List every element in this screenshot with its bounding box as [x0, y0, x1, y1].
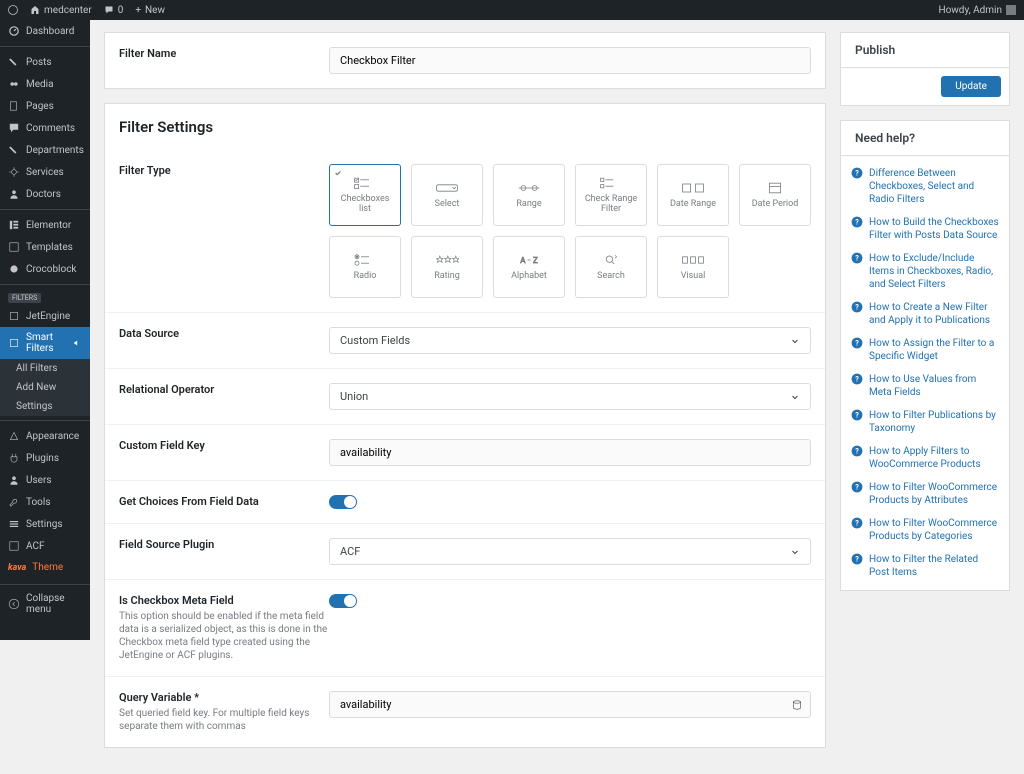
menu-media[interactable]: Media [0, 73, 90, 95]
getchoices-toggle[interactable] [329, 495, 357, 509]
help-link[interactable]: ?How to Filter the Related Post Items [841, 548, 1009, 584]
main-content: Filter Name Filter Settings Filter Type … [90, 20, 1024, 774]
menu-dashboard[interactable]: Dashboard [0, 20, 90, 42]
svg-text:?: ? [855, 554, 859, 563]
svg-text:?: ? [855, 168, 859, 177]
relop-select[interactable]: Union [329, 383, 811, 410]
menu-comments[interactable]: Comments [0, 117, 90, 139]
type-select[interactable]: Select [411, 164, 483, 226]
menu-settings[interactable]: Settings [0, 513, 90, 535]
submenu-smartfilters: All Filters Add New Settings [0, 359, 90, 416]
svg-text:?: ? [855, 338, 859, 347]
menu-jetengine[interactable]: JetEngine [0, 305, 90, 327]
filter-name-panel: Filter Name [104, 32, 826, 89]
menu-tools[interactable]: Tools [0, 491, 90, 513]
menu-users[interactable]: Users [0, 469, 90, 491]
help-title: Need help? [841, 121, 1009, 156]
relop-label: Relational Operator [119, 383, 329, 396]
datasource-select[interactable]: Custom Fields [329, 327, 811, 354]
customkey-label: Custom Field Key [119, 439, 329, 452]
help-link[interactable]: ?How to Filter WooCommerce Products by C… [841, 512, 1009, 548]
svg-text:?: ? [855, 253, 859, 262]
site-link[interactable]: medcenter [30, 5, 92, 16]
filter-type-grid: Checkboxes list Select Range Check Range… [329, 164, 811, 298]
queryvar-label: Query Variable *Set queried field key. F… [119, 691, 329, 733]
menu-posts[interactable]: Posts [0, 51, 90, 73]
svg-text:?: ? [855, 410, 859, 419]
svg-text:?: ? [855, 374, 859, 383]
customkey-input[interactable] [329, 439, 811, 466]
admin-sidebar: Dashboard Posts Media Pages Comments Dep… [0, 20, 90, 640]
menu-elementor[interactable]: Elementor [0, 214, 90, 236]
help-link[interactable]: ?How to Exclude/Include Items in Checkbo… [841, 247, 1009, 296]
admin-topbar: medcenter 0 + New Howdy, Admin [0, 0, 1024, 20]
type-alphabet[interactable]: AZAlphabet [493, 236, 565, 298]
type-search[interactable]: Search [575, 236, 647, 298]
filter-name-label: Filter Name [119, 47, 329, 60]
fieldsource-select[interactable]: ACF [329, 538, 811, 565]
type-daterange[interactable]: Date Range [657, 164, 729, 226]
db-icon[interactable] [791, 699, 803, 711]
fieldsource-label: Field Source Plugin [119, 538, 329, 551]
help-panel: Need help? ?Difference Between Checkboxe… [840, 120, 1010, 591]
type-checkboxes[interactable]: Checkboxes list [329, 164, 401, 226]
menu-crocoblock[interactable]: Crocoblock [0, 258, 90, 280]
help-link[interactable]: ?How to Apply Filters to WooCommerce Pro… [841, 440, 1009, 476]
svg-text:?: ? [855, 217, 859, 226]
filter-name-input[interactable] [329, 47, 811, 74]
help-link[interactable]: ?How to Assign the Filter to a Specific … [841, 332, 1009, 368]
help-link[interactable]: ?How to Create a New Filter and Apply it… [841, 296, 1009, 332]
menu-plugins[interactable]: Plugins [0, 447, 90, 469]
menu-tag: FILTERS [8, 293, 41, 303]
type-dateperiod[interactable]: Date Period [739, 164, 811, 226]
menu-smartfilters[interactable]: Smart Filters [0, 327, 90, 359]
menu-doctors[interactable]: Doctors [0, 183, 90, 205]
svg-text:?: ? [855, 518, 859, 527]
new-link[interactable]: + New [135, 5, 165, 16]
svg-text:?: ? [855, 302, 859, 311]
menu-templates[interactable]: Templates [0, 236, 90, 258]
type-checkrange[interactable]: Check Range Filter [575, 164, 647, 226]
menu-theme[interactable]: kava Theme [0, 557, 90, 578]
getchoices-label: Get Choices From Field Data [119, 495, 329, 508]
help-link[interactable]: ?How to Use Values from Meta Fields [841, 368, 1009, 404]
collapse-menu[interactable]: Collapse menu [0, 584, 90, 623]
help-link[interactable]: ?Difference Between Checkboxes, Select a… [841, 162, 1009, 211]
ischeckbox-label: Is Checkbox Meta FieldThis option should… [119, 594, 329, 662]
menu-acf[interactable]: ACF [0, 535, 90, 557]
svg-text:Z: Z [533, 256, 538, 265]
type-visual[interactable]: Visual [657, 236, 729, 298]
help-link[interactable]: ?How to Build the Checkboxes Filter with… [841, 211, 1009, 247]
type-range[interactable]: Range [493, 164, 565, 226]
menu-pages[interactable]: Pages [0, 95, 90, 117]
help-link[interactable]: ?How to Filter Publications by Taxonomy [841, 404, 1009, 440]
user-greeting[interactable]: Howdy, Admin [938, 5, 1016, 16]
menu-appearance[interactable]: Appearance [0, 425, 90, 447]
ischeckbox-toggle[interactable] [329, 594, 357, 608]
submenu-all[interactable]: All Filters [0, 359, 90, 378]
svg-text:A: A [520, 256, 526, 265]
publish-panel: Publish Update [840, 32, 1010, 106]
wp-logo[interactable] [8, 5, 18, 15]
menu-services[interactable]: Services [0, 161, 90, 183]
filter-settings-panel: Filter Settings Filter Type Checkboxes l… [104, 103, 826, 748]
menu-departments[interactable]: Departments [0, 139, 90, 161]
settings-title: Filter Settings [105, 104, 825, 150]
update-button[interactable]: Update [941, 76, 1001, 97]
queryvar-input[interactable] [329, 691, 811, 718]
svg-text:?: ? [855, 446, 859, 455]
comments-link[interactable]: 0 [104, 5, 124, 16]
svg-text:?: ? [855, 482, 859, 491]
filter-type-label: Filter Type [119, 164, 329, 177]
help-link[interactable]: ?How to Filter WooCommerce Products by A… [841, 476, 1009, 512]
submenu-add[interactable]: Add New [0, 378, 90, 397]
datasource-label: Data Source [119, 327, 329, 340]
type-rating[interactable]: Rating [411, 236, 483, 298]
submenu-settings[interactable]: Settings [0, 397, 90, 416]
type-radio[interactable]: Radio [329, 236, 401, 298]
publish-title: Publish [841, 33, 1009, 68]
